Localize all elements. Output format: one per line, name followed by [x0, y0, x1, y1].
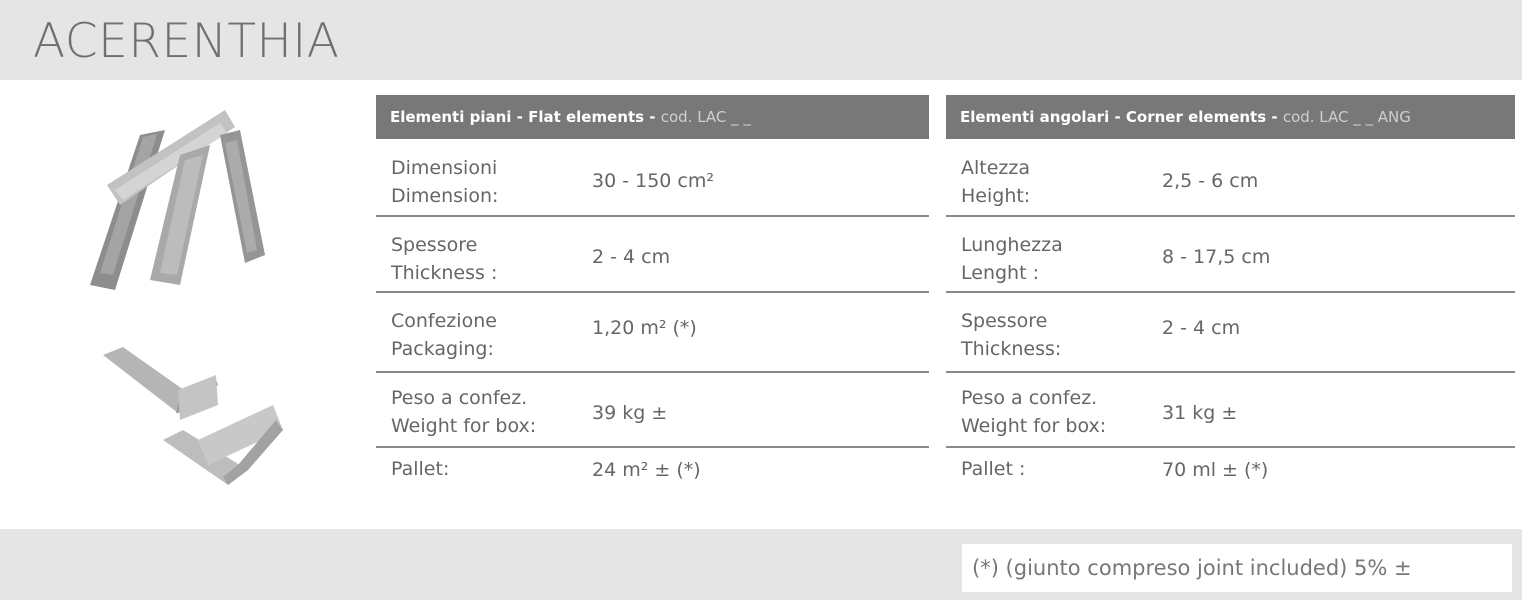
- row-value: 2,5 - 6 cm: [1162, 170, 1259, 192]
- row-value: 30 - 150 cm²: [592, 170, 714, 192]
- row-label: Peso a confez. Weight for box:: [391, 387, 537, 437]
- flat-bricks-illustration: [90, 110, 265, 290]
- table-row: Lunghezza Lenght : 8 - 17,5 cm: [946, 217, 1515, 293]
- table-row: Peso a confez. Weight for box: 39 kg ±: [376, 373, 929, 448]
- row-value: 2 - 4 cm: [592, 246, 671, 268]
- row-value: 24 m² ± (*): [592, 459, 701, 481]
- row-value: 31 kg ±: [1162, 402, 1238, 424]
- table-row: Pallet : 70 ml ± (*): [946, 448, 1515, 508]
- table-row: Confezione Packaging: 1,20 m² (*): [376, 293, 929, 373]
- footnote: (*) (giunto compreso joint included) 5% …: [972, 556, 1412, 580]
- row-value: 8 - 17,5 cm: [1162, 246, 1271, 268]
- table-row: Pallet: 24 m² ± (*): [376, 448, 929, 508]
- flat-elements-table: Elementi piani - Flat elements - cod. LA…: [376, 95, 929, 508]
- corner-header-title: Elementi angolari - Corner elements -: [960, 108, 1283, 126]
- corner-header-code: cod. LAC _ _ ANG: [1282, 108, 1411, 126]
- corner-elements-header: Elementi angolari - Corner elements - co…: [946, 95, 1515, 139]
- table-row: Dimensioni Dimension: 30 - 150 cm²: [376, 139, 929, 217]
- table-row: Peso a confez. Weight for box: 31 kg ±: [946, 373, 1515, 448]
- row-value: 39 kg ±: [592, 402, 668, 424]
- row-label: Spessore Thickness:: [961, 310, 1062, 360]
- row-value: 70 ml ± (*): [1162, 459, 1269, 481]
- row-label: Spessore Thickness :: [391, 234, 498, 284]
- row-label: Dimensioni Dimension:: [391, 157, 499, 207]
- table-row: Spessore Thickness : 2 - 4 cm: [376, 217, 929, 293]
- row-label: Altezza Height:: [961, 157, 1031, 207]
- row-label: Peso a confez. Weight for box:: [961, 387, 1107, 437]
- row-value: 1,20 m² (*): [592, 317, 697, 339]
- row-label: Pallet:: [391, 458, 450, 480]
- flat-header-code: cod. LAC _ _: [660, 108, 751, 126]
- row-value: 2 - 4 cm: [1162, 317, 1241, 339]
- corner-elements-table: Elementi angolari - Corner elements - co…: [946, 95, 1515, 508]
- row-label: Pallet :: [961, 458, 1026, 480]
- flat-header-title: Elementi piani - Flat elements -: [390, 108, 661, 126]
- footnote-box: (*) (giunto compreso joint included) 5% …: [962, 544, 1512, 592]
- page-title: ACERENTHIA: [33, 14, 340, 69]
- row-label: Confezione Packaging:: [391, 310, 497, 360]
- row-label: Lunghezza Lenght :: [961, 234, 1063, 284]
- corner-bricks-illustration: [103, 347, 283, 485]
- flat-elements-header: Elementi piani - Flat elements - cod. LA…: [376, 95, 929, 139]
- table-row: Altezza Height: 2,5 - 6 cm: [946, 139, 1515, 217]
- table-row: Spessore Thickness: 2 - 4 cm: [946, 293, 1515, 373]
